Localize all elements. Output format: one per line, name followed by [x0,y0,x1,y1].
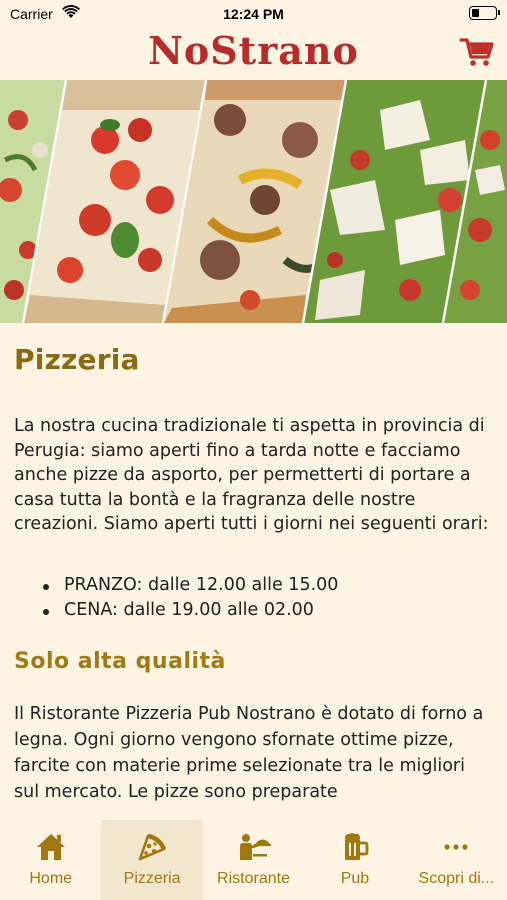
pizza-photo-collage [0,80,507,323]
tab-pizzeria-label: Pizzeria [123,870,181,887]
shopping-cart-icon[interactable] [459,34,495,70]
status-time: 12:24 PM [223,6,284,22]
battery-level [472,9,479,17]
battery-icon [469,6,500,20]
tab-scopri[interactable]: Scopri di... [406,820,507,900]
tab-pizzeria[interactable]: Pizzeria [101,820,203,900]
tab-scopri-label: Scopri di... [418,870,495,887]
pizza-icon [101,832,202,862]
home-icon [0,832,101,862]
opening-hours-list: PRANZO: dalle 12.00 alle 15.00 CENA: dal… [14,573,493,623]
bottom-tab-bar: Home Pizzeria Ristorante Pub Scopri di..… [0,820,507,900]
tab-pub[interactable]: Pub [304,820,405,900]
status-bar: Carrier 12:24 PM [0,0,507,28]
tab-ristorante-label: Ristorante [217,870,290,887]
intro-paragraph: La nostra cucina tradizionale ti aspetta… [14,416,489,535]
beer-mug-icon [304,832,405,862]
hours-dinner: CENA: dalle 19.00 alle 02.00 [14,598,493,623]
tab-ristorante[interactable]: Ristorante [203,820,304,900]
nostrano-logo: NoStrano [148,28,359,73]
page-content: Pizzeria La nostra cucina tradizionale t… [0,323,507,820]
page-title: Pizzeria [14,343,140,376]
app-header: NoStrano [0,28,507,80]
tab-home[interactable]: Home [0,820,101,900]
quality-paragraph: Il Ristorante Pizzeria Pub Nostrano è do… [14,703,484,802]
tab-pub-label: Pub [340,870,370,887]
hours-lunch: PRANZO: dalle 12.00 alle 15.00 [14,573,493,598]
pizza-banner [0,80,507,323]
waiter-icon [203,832,304,862]
more-icon [406,832,507,862]
tab-home-label: Home [29,870,73,887]
section-subtitle: Solo alta qualità [14,648,226,674]
